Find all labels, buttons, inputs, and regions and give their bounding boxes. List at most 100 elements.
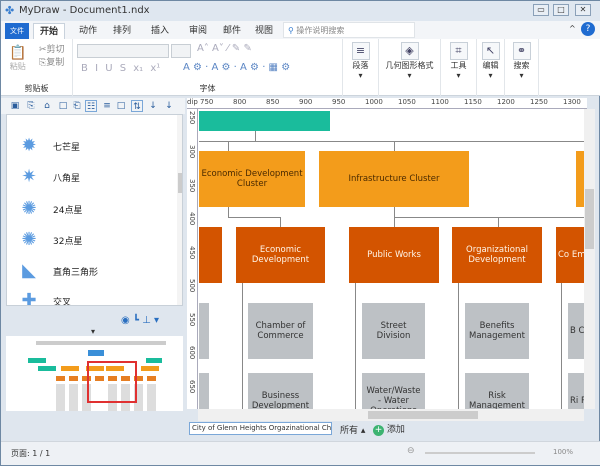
- org-node-unit[interactable]: Chamber of Commerce: [248, 303, 313, 359]
- open-icon[interactable]: ⌂: [41, 100, 53, 112]
- zoom-out-icon[interactable]: ⊖: [407, 446, 415, 456]
- org-node-dept[interactable]: Co Em: [556, 227, 584, 283]
- new-icon[interactable]: ⎘: [25, 100, 37, 112]
- sort-az-icon[interactable]: ⇅: [131, 100, 143, 112]
- font-size-select[interactable]: [171, 44, 191, 58]
- italic-button[interactable]: I: [95, 63, 98, 74]
- save-stencil-icon[interactable]: □: [57, 100, 69, 112]
- ruler-tick: 1200: [497, 98, 515, 106]
- tell-me-search[interactable]: ⚲ 操作说明搜索: [283, 22, 415, 38]
- paragraph-icon: ≡: [351, 42, 370, 60]
- close-button[interactable]: ✕: [575, 4, 591, 16]
- tab-mail[interactable]: 邮件: [217, 23, 247, 39]
- minimize-button[interactable]: ▭: [533, 4, 549, 16]
- ruler-tick: 1000: [365, 98, 383, 106]
- connector: [228, 207, 229, 217]
- sort-ascending-icon[interactable]: ↓: [147, 100, 159, 112]
- drawing-canvas[interactable]: Economic Development Cluster Infrastruct…: [198, 109, 584, 409]
- edit-button[interactable]: ↖ 编辑 ▾: [477, 39, 505, 96]
- clipboard-group: 📋 粘贴 ✂剪切 ⎘复制 剪贴板: [1, 39, 73, 96]
- list-view-icon[interactable]: ☷: [85, 100, 97, 112]
- ruler-tick: 850: [266, 98, 280, 106]
- org-node-cluster[interactable]: [576, 151, 584, 207]
- canvas-horizontal-scrollbar[interactable]: [198, 409, 584, 421]
- shape-item[interactable]: ◣ 直角三角形: [19, 261, 98, 281]
- shapes-scrollbar[interactable]: [177, 115, 182, 305]
- shape-item[interactable]: ✹ 七芒星: [19, 136, 80, 156]
- strikethrough-button[interactable]: S: [120, 63, 126, 74]
- org-node-unit[interactable]: [199, 373, 209, 409]
- org-node-unit[interactable]: B C: [568, 303, 584, 359]
- sheet-tab[interactable]: City of Glenn Heights Orgazinational Cha…: [189, 422, 332, 435]
- org-node-dept[interactable]: Public Works: [349, 227, 439, 283]
- collapse-ribbon-icon[interactable]: ^: [569, 24, 576, 33]
- lines-view-icon[interactable]: ≡: [101, 100, 113, 112]
- org-node-cluster[interactable]: Economic Development Cluster: [199, 151, 305, 207]
- search-placeholder: 操作说明搜索: [296, 26, 345, 35]
- org-node-unit[interactable]: Street Division: [362, 303, 425, 359]
- tab-review[interactable]: 审阅: [183, 23, 213, 39]
- collapse-arrow-icon[interactable]: ▾: [91, 327, 95, 336]
- ruler-tick: 1150: [464, 98, 482, 106]
- grow-shrink-font-icons[interactable]: A˄ A˅ ⁄ ✎ ✎: [197, 43, 252, 54]
- find-button[interactable]: ⚭ 搜索 ▾: [505, 39, 539, 96]
- bold-button[interactable]: B: [81, 63, 88, 74]
- help-icon[interactable]: ?: [581, 22, 595, 36]
- save-icon[interactable]: ▣: [9, 100, 21, 112]
- org-node-unit[interactable]: [199, 303, 209, 359]
- org-node-dept[interactable]: Organizational Development: [452, 227, 542, 283]
- shape-label: 七芒星: [53, 142, 81, 153]
- org-node-unit[interactable]: Benefits Management: [465, 303, 529, 359]
- underline-button[interactable]: U: [105, 63, 112, 74]
- tab-view[interactable]: 视图: [249, 23, 279, 39]
- org-node-cluster[interactable]: Infrastructure Cluster: [319, 151, 469, 207]
- pan-zoom-minimap[interactable]: [6, 336, 183, 411]
- shape-label: 直角三角形: [53, 267, 99, 278]
- shape-item[interactable]: ✚ 交叉: [19, 291, 71, 306]
- org-node-dept[interactable]: [199, 227, 222, 283]
- canvas-vertical-scrollbar[interactable]: [584, 109, 595, 409]
- org-node-unit[interactable]: Water/Waste - Water Operations: [362, 373, 425, 409]
- eight-point-star-icon: ✷: [21, 166, 37, 187]
- ruler-tick: 800: [233, 98, 247, 106]
- font-color-icons[interactable]: A ⚙ · A ⚙ · A ⚙ · ▦ ⚙: [183, 62, 290, 73]
- icon-view-icon[interactable]: □: [115, 100, 127, 112]
- find-label: 搜索: [513, 61, 530, 70]
- tab-actions[interactable]: 动作: [73, 23, 103, 39]
- maximize-button[interactable]: □: [553, 4, 569, 16]
- copy-button[interactable]: ⎘复制: [39, 55, 64, 68]
- cut-button[interactable]: ✂剪切: [39, 42, 65, 55]
- tools-button[interactable]: ⌗ 工具 ▾: [441, 39, 477, 96]
- edit-label: 编辑: [482, 61, 499, 70]
- tab-file[interactable]: 文件: [5, 23, 29, 39]
- org-node-unit[interactable]: Business Development: [248, 373, 313, 409]
- superscript-button[interactable]: x¹: [150, 63, 160, 74]
- layout-tools-icons[interactable]: ◉ ┗ ⊥ ▾: [121, 315, 159, 326]
- org-node-dept[interactable]: Economic Development: [236, 227, 325, 283]
- ribbon-tabs: 文件 开始 动作 排列 插入 审阅 邮件 视图 ⚲ 操作说明搜索 ^ ?: [1, 21, 600, 39]
- sort-descending-icon[interactable]: ↓: [163, 100, 175, 112]
- connector: [498, 217, 499, 227]
- all-sheets-button[interactable]: 所有 ▴: [340, 423, 365, 436]
- paragraph-label: 段落: [352, 61, 369, 70]
- shape-item[interactable]: ✺ 24点星: [19, 199, 82, 219]
- tab-home[interactable]: 开始: [33, 23, 66, 39]
- geometry-format-button[interactable]: ◈ 几何图形格式 ▾: [379, 39, 441, 96]
- font-family-select[interactable]: [77, 44, 169, 58]
- status-bar: 页面: 1 / 1 ⊖ 100%: [1, 441, 600, 465]
- shape-item[interactable]: ✷ 八角星: [19, 167, 80, 187]
- zoom-slider[interactable]: [425, 452, 535, 454]
- paragraph-button[interactable]: ≡ 段落 ▾: [343, 39, 379, 96]
- add-sheet-button[interactable]: + 添加: [373, 422, 405, 436]
- close-stencil-icon[interactable]: ⎗: [71, 100, 83, 112]
- top-node[interactable]: [199, 111, 330, 131]
- tab-insert[interactable]: 插入: [145, 23, 175, 39]
- tab-arrange[interactable]: 排列: [107, 23, 137, 39]
- shape-item[interactable]: ✺ 32点星: [19, 230, 82, 250]
- ruler-tick: 600: [188, 346, 196, 360]
- subscript-button[interactable]: x₁: [133, 63, 143, 74]
- paste-button[interactable]: 📋 粘贴: [9, 45, 26, 72]
- org-node-unit[interactable]: Risk Management: [465, 373, 529, 409]
- org-node-unit[interactable]: Ri Re: [568, 373, 584, 409]
- ruler-tick: 950: [332, 98, 346, 106]
